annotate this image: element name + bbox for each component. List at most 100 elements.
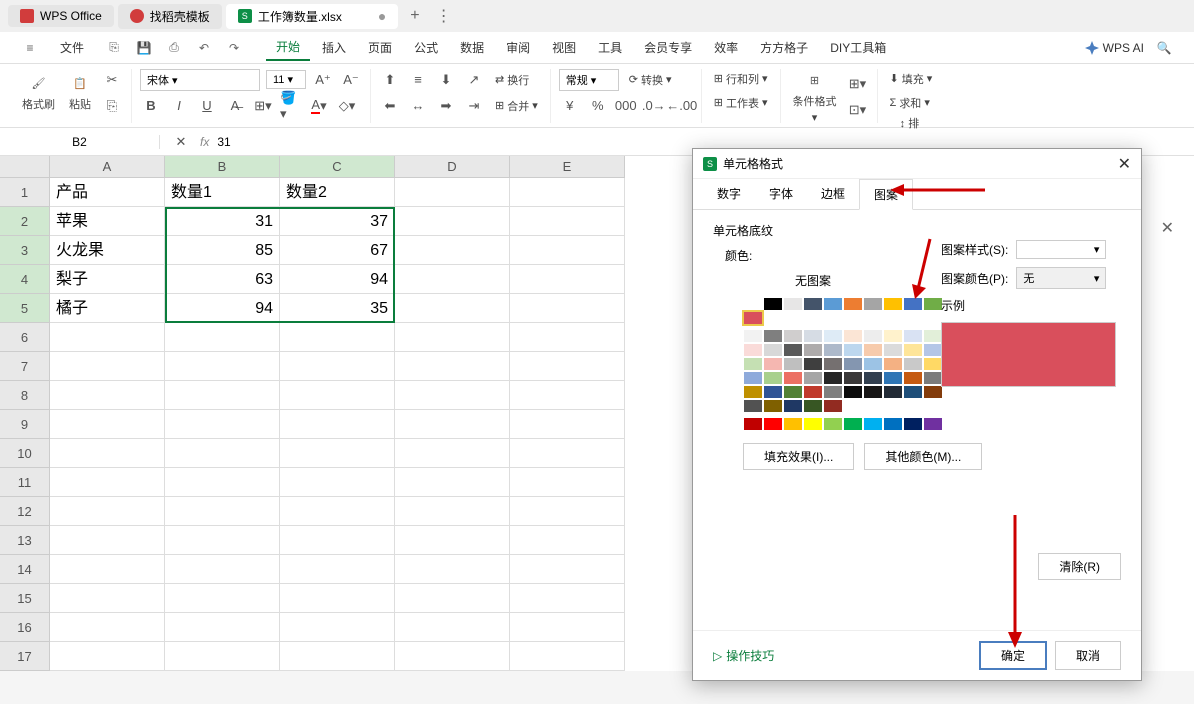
menu-view[interactable]: 视图 bbox=[542, 35, 586, 60]
format-painter-button[interactable]: 🖌 格式刷 bbox=[18, 72, 59, 114]
tab-pattern[interactable]: 图案 bbox=[859, 179, 913, 210]
align-left-icon[interactable]: ⬅ bbox=[379, 95, 401, 117]
color-swatch[interactable] bbox=[743, 399, 763, 413]
color-swatch[interactable] bbox=[783, 385, 803, 399]
menu-hamburger-icon[interactable]: ≡ bbox=[20, 38, 40, 58]
bold-icon[interactable]: B bbox=[140, 95, 162, 117]
color-swatch[interactable] bbox=[923, 417, 943, 431]
row-header-11[interactable]: 11 bbox=[0, 468, 50, 497]
new-icon[interactable]: ⎘ bbox=[104, 38, 124, 58]
decrease-decimal-icon[interactable]: .0→ bbox=[643, 95, 665, 117]
color-swatch[interactable] bbox=[843, 417, 863, 431]
row-header-12[interactable]: 12 bbox=[0, 497, 50, 526]
fill-effects-button[interactable]: 填充效果(I)... bbox=[743, 443, 854, 470]
cell-reference-box[interactable]: B2 bbox=[0, 135, 160, 149]
cell-e1[interactable] bbox=[510, 178, 625, 207]
color-swatch[interactable] bbox=[783, 417, 803, 431]
row-header-4[interactable]: 4 bbox=[0, 265, 50, 294]
cancel-edit-icon[interactable]: ✕ bbox=[170, 131, 192, 153]
color-swatch[interactable] bbox=[923, 371, 943, 385]
col-header-c[interactable]: C bbox=[280, 156, 395, 178]
color-swatch[interactable] bbox=[843, 357, 863, 371]
color-swatch[interactable] bbox=[743, 357, 763, 371]
menu-review[interactable]: 审阅 bbox=[496, 35, 540, 60]
font-name-select[interactable]: 宋体 ▾ bbox=[140, 69, 260, 91]
color-swatch[interactable] bbox=[823, 385, 843, 399]
indent-icon[interactable]: ⇥ bbox=[463, 95, 485, 117]
color-swatch[interactable] bbox=[763, 371, 783, 385]
align-bottom-icon[interactable]: ⬇ bbox=[435, 69, 457, 91]
col-header-b[interactable]: B bbox=[165, 156, 280, 178]
row-header-17[interactable]: 17 bbox=[0, 642, 50, 671]
font-color-icon[interactable]: A▾ bbox=[308, 95, 330, 117]
cell-c2[interactable]: 37 bbox=[280, 207, 395, 236]
ok-button[interactable]: 确定 bbox=[979, 641, 1047, 670]
cell-b1[interactable]: 数量1 bbox=[165, 178, 280, 207]
color-swatch[interactable] bbox=[903, 385, 923, 399]
col-header-d[interactable]: D bbox=[395, 156, 510, 178]
cell-b3[interactable]: 85 bbox=[165, 236, 280, 265]
color-swatch[interactable] bbox=[823, 399, 843, 413]
cell-a1[interactable]: 产品 bbox=[50, 178, 165, 207]
color-swatch[interactable] bbox=[923, 357, 943, 371]
tab-menu-button[interactable]: ⋮ bbox=[428, 2, 460, 30]
tab-templates[interactable]: 找稻壳模板 bbox=[118, 4, 222, 29]
color-swatch[interactable] bbox=[823, 297, 843, 311]
cell-c1[interactable]: 数量2 bbox=[280, 178, 395, 207]
cell-b4[interactable]: 63 bbox=[165, 265, 280, 294]
menu-page[interactable]: 页面 bbox=[358, 35, 402, 60]
fill-button[interactable]: ⬇ 填充▾ bbox=[886, 69, 937, 89]
clear-button[interactable]: 清除(R) bbox=[1038, 553, 1121, 580]
tab-border[interactable]: 边框 bbox=[807, 179, 859, 209]
align-top-icon[interactable]: ⬆ bbox=[379, 69, 401, 91]
cell-a3[interactable]: 火龙果 bbox=[50, 236, 165, 265]
side-panel-close-icon[interactable]: ✕ bbox=[1161, 218, 1174, 238]
color-swatch[interactable] bbox=[843, 329, 863, 343]
color-swatch[interactable] bbox=[743, 311, 763, 325]
dialog-close-icon[interactable]: ✕ bbox=[1118, 154, 1131, 174]
menu-insert[interactable]: 插入 bbox=[312, 35, 356, 60]
row-header-3[interactable]: 3 bbox=[0, 236, 50, 265]
color-swatch[interactable] bbox=[783, 343, 803, 357]
search-icon[interactable]: 🔍 bbox=[1154, 38, 1174, 58]
color-swatch[interactable] bbox=[883, 297, 903, 311]
menu-fangfang[interactable]: 方方格子 bbox=[750, 35, 818, 60]
save-icon[interactable]: 💾 bbox=[134, 38, 154, 58]
undo-icon[interactable]: ↶ bbox=[194, 38, 214, 58]
color-swatch[interactable] bbox=[803, 417, 823, 431]
color-swatch[interactable] bbox=[843, 297, 863, 311]
redo-icon[interactable]: ↷ bbox=[224, 38, 244, 58]
cell-a5[interactable]: 橘子 bbox=[50, 294, 165, 323]
cell-d5[interactable] bbox=[395, 294, 510, 323]
rows-cols-button[interactable]: ⊞ 行和列▾ bbox=[710, 69, 772, 89]
row-header-10[interactable]: 10 bbox=[0, 439, 50, 468]
select-all-corner[interactable] bbox=[0, 156, 50, 178]
color-swatch[interactable] bbox=[743, 385, 763, 399]
percent-icon[interactable]: % bbox=[587, 95, 609, 117]
menu-formula[interactable]: 公式 bbox=[404, 35, 448, 60]
color-swatch[interactable] bbox=[883, 385, 903, 399]
color-swatch[interactable] bbox=[803, 385, 823, 399]
color-swatch[interactable] bbox=[843, 385, 863, 399]
cell-c4[interactable]: 94 bbox=[280, 265, 395, 294]
cell-b5[interactable]: 94 bbox=[165, 294, 280, 323]
color-swatch[interactable] bbox=[863, 329, 883, 343]
color-swatch[interactable] bbox=[863, 297, 883, 311]
merge-button[interactable]: ⊞ 合并▾ bbox=[491, 96, 542, 116]
color-swatch[interactable] bbox=[803, 399, 823, 413]
comma-icon[interactable]: 000 bbox=[615, 95, 637, 117]
color-swatch[interactable] bbox=[903, 417, 923, 431]
color-swatch[interactable] bbox=[823, 371, 843, 385]
underline-icon[interactable]: U bbox=[196, 95, 218, 117]
dialog-titlebar[interactable]: S 单元格格式 ✕ bbox=[693, 149, 1141, 179]
fx-icon[interactable]: fx bbox=[200, 135, 209, 149]
fill-color-icon[interactable]: 🪣▾ bbox=[280, 95, 302, 117]
cell-a4[interactable]: 梨子 bbox=[50, 265, 165, 294]
worksheet-button[interactable]: ⊞ 工作表▾ bbox=[710, 93, 772, 113]
color-swatch[interactable] bbox=[743, 329, 763, 343]
cell-d4[interactable] bbox=[395, 265, 510, 294]
wps-ai-button[interactable]: WPS AI bbox=[1085, 41, 1144, 55]
color-swatch[interactable] bbox=[783, 297, 803, 311]
color-swatch[interactable] bbox=[763, 357, 783, 371]
menu-tools[interactable]: 工具 bbox=[588, 35, 632, 60]
